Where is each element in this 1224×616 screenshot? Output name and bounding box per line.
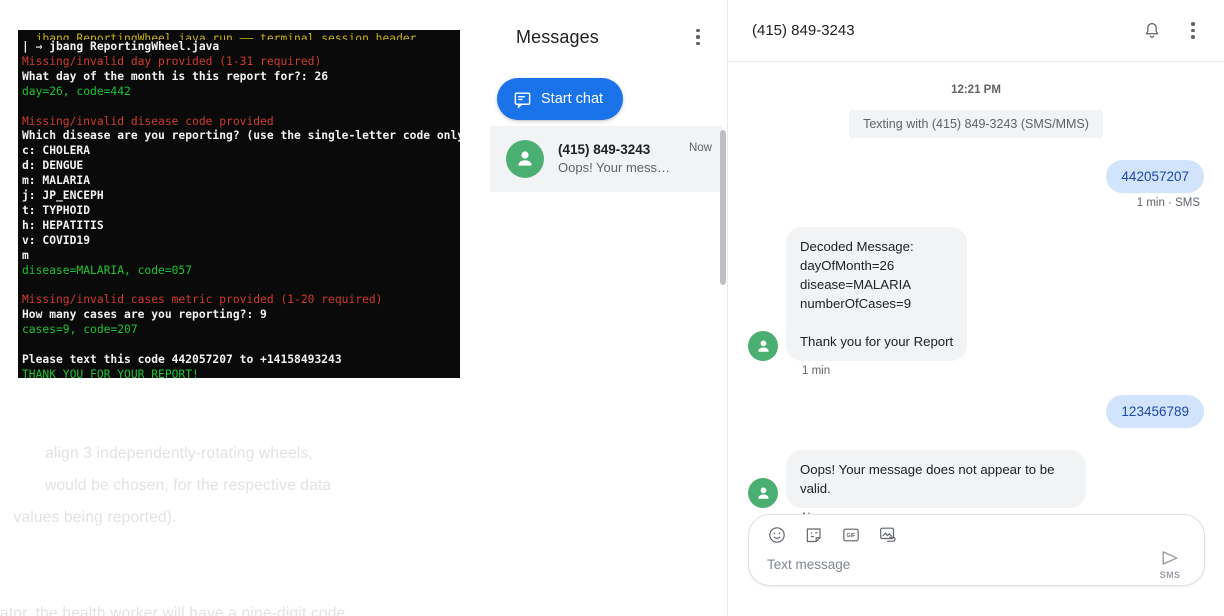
message-input[interactable] [767, 557, 1147, 572]
conversation-name: (415) 849-3243 [558, 142, 651, 157]
conversation-header-title: (415) 849-3243 [752, 22, 855, 39]
terminal-line: Missing/invalid disease code provided [22, 114, 274, 128]
conversation-overflow-menu-icon[interactable] [1184, 20, 1202, 42]
terminal-line: d: DENGUE [22, 159, 84, 173]
message-bubble[interactable]: Decoded Message: dayOfMonth=26 disease=M… [786, 227, 968, 361]
terminal-line: j: JP_ENCEPH [22, 189, 104, 203]
sidebar-header: Messages [490, 0, 727, 48]
conversation-snippet: Oops! Your message d… [558, 160, 675, 175]
start-chat-button[interactable]: Start chat [497, 78, 624, 120]
terminal-line: Missing/invalid day provided (1-31 requi… [22, 54, 322, 68]
terminal-line: m [22, 248, 29, 262]
terminal-line: Please text this code 442057207 to +1415… [22, 353, 342, 367]
terminal-line: | ⇒ jbang ReportingWheel.java [22, 40, 220, 53]
terminal-window[interactable]: jbang ReportingWheel.java run —— termina… [18, 30, 460, 378]
terminal-line: m: MALARIA [22, 174, 91, 188]
emoji-icon[interactable] [767, 525, 787, 545]
list-item[interactable]: (415) 849-3243 Oops! Your message d… Now [490, 126, 722, 192]
send-button-label: SMS [1159, 570, 1181, 580]
page-title: Messages [516, 26, 599, 47]
sticker-icon[interactable] [804, 525, 824, 545]
terminal-line: t: TYPHOID [22, 203, 91, 217]
message-bubble[interactable]: 123456789 [1106, 395, 1204, 428]
message-composer: GIF SMS [748, 514, 1205, 586]
app-screen: publication — text continues behind the … [0, 0, 1224, 616]
gif-icon[interactable]: GIF [841, 525, 861, 545]
message-bubble[interactable]: 442057207 [1106, 160, 1204, 193]
conversation-list: (415) 849-3243 Oops! Your message d… Now [490, 126, 722, 192]
start-chat-label: Start chat [541, 91, 604, 107]
thread-timestamp: 12:21 PM [951, 84, 1001, 96]
message-thread: 12:21 PM Texting with (415) 849-3243 (SM… [728, 62, 1224, 524]
list-item-text: (415) 849-3243 Oops! Your message d… [558, 141, 675, 177]
message-meta: 1 min · SMS [1136, 197, 1200, 209]
system-notice: Texting with (415) 849-3243 (SMS/MMS) [849, 110, 1103, 138]
notification-bell-icon[interactable] [1142, 21, 1162, 41]
avatar [748, 331, 778, 361]
avatar [748, 478, 778, 508]
terminal-line: day=26, code=442 [22, 84, 131, 98]
conversation-time: Now [688, 142, 712, 154]
message-row-outgoing: 123456789 [748, 395, 1204, 428]
sidebar-overflow-menu-icon[interactable] [689, 26, 707, 48]
terminal-line: What day of the month is this report for… [22, 69, 329, 83]
message-row-incoming: Oops! Your message does not appear to be… [748, 450, 1204, 508]
image-attachment-icon[interactable] [878, 525, 898, 545]
avatar [506, 140, 544, 178]
terminal-line: Missing/invalid cases metric provided (1… [22, 293, 383, 307]
terminal-line: THANK YOU FOR YOUR REPORT! [22, 367, 199, 378]
sidebar-scrollbar[interactable] [720, 130, 726, 285]
terminal-line: How many cases are you reporting?: 9 [22, 308, 267, 322]
composer-attachment-row: GIF [749, 515, 1204, 545]
message-bubble[interactable]: Oops! Your message does not appear to be… [786, 450, 1086, 508]
conversation-header: (415) 849-3243 [728, 0, 1224, 62]
terminal-line: Which disease are you reporting? (use th… [22, 129, 460, 143]
terminal-line: jbang ReportingWheel.java run —— termina… [22, 32, 417, 40]
message-row-incoming: Decoded Message: dayOfMonth=26 disease=M… [748, 227, 1204, 361]
terminal-line: v: COVID19 [22, 233, 91, 247]
terminal-line: h: HEPATITIS [22, 218, 104, 232]
message-row-outgoing: 442057207 [748, 160, 1204, 193]
terminal-line: c: CHOLERA [22, 144, 91, 158]
send-button[interactable]: SMS [1150, 547, 1190, 580]
terminal-line: disease=MALARIA, code=057 [22, 263, 193, 277]
message-meta: 1 min [802, 365, 831, 377]
svg-text:GIF: GIF [847, 533, 857, 539]
chat-bubble-icon [513, 90, 532, 109]
terminal-line: cases=9, code=207 [22, 323, 138, 337]
conversation-header-actions [1142, 20, 1202, 42]
